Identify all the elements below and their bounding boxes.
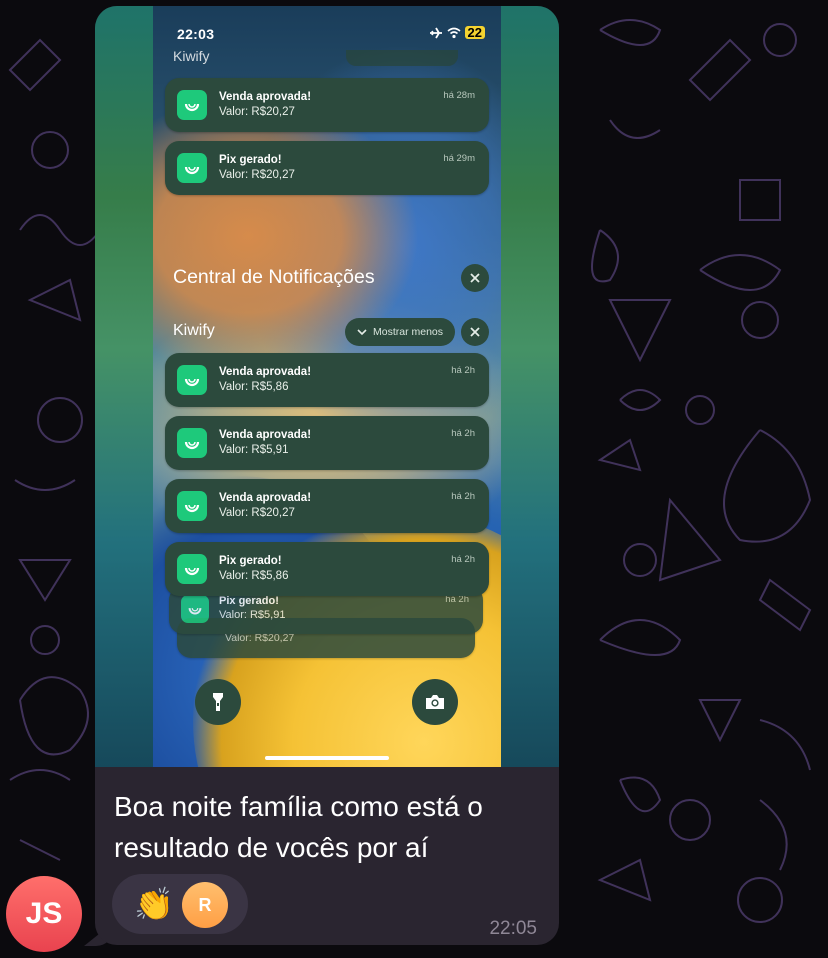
notification-group-app-name: Kiwify bbox=[173, 322, 215, 339]
notification-title: Pix gerado! bbox=[219, 555, 282, 567]
flashlight-icon bbox=[213, 693, 223, 711]
notification-center-heading: Central de Notificações bbox=[173, 266, 375, 288]
message-bubble[interactable]: 22:03 22 Kiwify Venda aprovada! Valor: R… bbox=[95, 6, 559, 945]
reactor-avatar[interactable]: R bbox=[182, 882, 228, 928]
status-bar: 22:03 22 bbox=[177, 26, 485, 44]
show-less-button[interactable]: Mostrar menos bbox=[345, 318, 455, 346]
notification-title: Venda aprovada! bbox=[219, 429, 312, 441]
clap-reaction-emoji: 👏 bbox=[134, 886, 174, 922]
kiwify-app-icon bbox=[177, 554, 207, 584]
notification-body: Valor: R$5,86 bbox=[219, 381, 289, 393]
clear-all-button[interactable] bbox=[461, 264, 489, 292]
notification-body: Valor: R$20,27 bbox=[219, 507, 295, 519]
cutoff-pill bbox=[346, 50, 458, 66]
notification-age: há 29m bbox=[443, 153, 475, 164]
photo-blur-right bbox=[501, 6, 559, 767]
close-icon bbox=[470, 273, 480, 283]
clear-group-button[interactable] bbox=[461, 318, 489, 346]
kiwify-app-icon bbox=[177, 90, 207, 120]
notification-title: Venda aprovada! bbox=[219, 492, 312, 504]
reactions-pill[interactable]: 👏 R bbox=[112, 874, 248, 934]
message-timestamp: 22:05 bbox=[489, 918, 537, 939]
sender-avatar[interactable]: JS bbox=[6, 876, 82, 952]
cutoff-app-label: Kiwify bbox=[173, 48, 210, 64]
notification-age: há 2h bbox=[451, 491, 475, 502]
home-indicator bbox=[265, 756, 389, 760]
battery-indicator: 22 bbox=[464, 26, 485, 39]
notification-body: Valor: R$20,27 bbox=[219, 169, 295, 181]
message-text: Boa noite família como está o resultado … bbox=[114, 791, 483, 863]
photo-blur-left bbox=[95, 6, 153, 767]
screenshot-photo[interactable]: 22:03 22 Kiwify Venda aprovada! Valor: R… bbox=[95, 6, 559, 767]
notification-body: Valor: R$5,91 bbox=[219, 444, 289, 456]
notification-title: Pix gerado! bbox=[219, 154, 282, 166]
notification-title: Venda aprovada! bbox=[219, 366, 312, 378]
notification-age: há 2h bbox=[451, 554, 475, 565]
notification-card[interactable]: Venda aprovada! Valor: R$5,86 há 2h bbox=[165, 353, 489, 407]
flashlight-button[interactable] bbox=[195, 679, 241, 725]
wifi-icon bbox=[447, 27, 461, 38]
notification-title: Venda aprovada! bbox=[219, 91, 312, 103]
camera-button[interactable] bbox=[412, 679, 458, 725]
status-icons: 22 bbox=[429, 26, 485, 39]
notification-title: Pix gerado! bbox=[219, 595, 279, 607]
phone-lockscreen: 22:03 22 Kiwify Venda aprovada! Valor: R… bbox=[153, 6, 501, 767]
kiwify-app-icon bbox=[181, 595, 209, 623]
notification-card[interactable]: Venda aprovada! Valor: R$20,27 há 2h bbox=[165, 479, 489, 533]
kiwify-app-icon bbox=[177, 491, 207, 521]
show-less-label: Mostrar menos bbox=[372, 326, 444, 338]
notification-body: Valor: R$20,27 bbox=[219, 106, 295, 118]
chevron-down-icon bbox=[357, 328, 367, 335]
notification-age: há 2h bbox=[451, 428, 475, 439]
notification-card[interactable]: Pix gerado! Valor: R$5,86 há 2h bbox=[165, 542, 489, 596]
notification-body: Valor: R$5,91 bbox=[219, 609, 286, 621]
kiwify-app-icon bbox=[177, 365, 207, 395]
kiwify-app-icon bbox=[177, 153, 207, 183]
notification-body: Valor: R$5,86 bbox=[219, 570, 289, 582]
notification-age: há 2h bbox=[451, 365, 475, 376]
kiwify-app-icon bbox=[177, 428, 207, 458]
notification-card[interactable]: Venda aprovada! Valor: R$5,91 há 2h bbox=[165, 416, 489, 470]
status-time: 22:03 bbox=[177, 26, 215, 42]
close-icon bbox=[470, 327, 480, 337]
camera-icon bbox=[426, 695, 444, 709]
notification-age: há 28m bbox=[443, 90, 475, 101]
notification-card[interactable]: Venda aprovada! Valor: R$20,27 há 28m bbox=[165, 78, 489, 132]
notification-card[interactable]: Pix gerado! Valor: R$20,27 há 29m bbox=[165, 141, 489, 195]
airplane-icon bbox=[429, 27, 442, 38]
